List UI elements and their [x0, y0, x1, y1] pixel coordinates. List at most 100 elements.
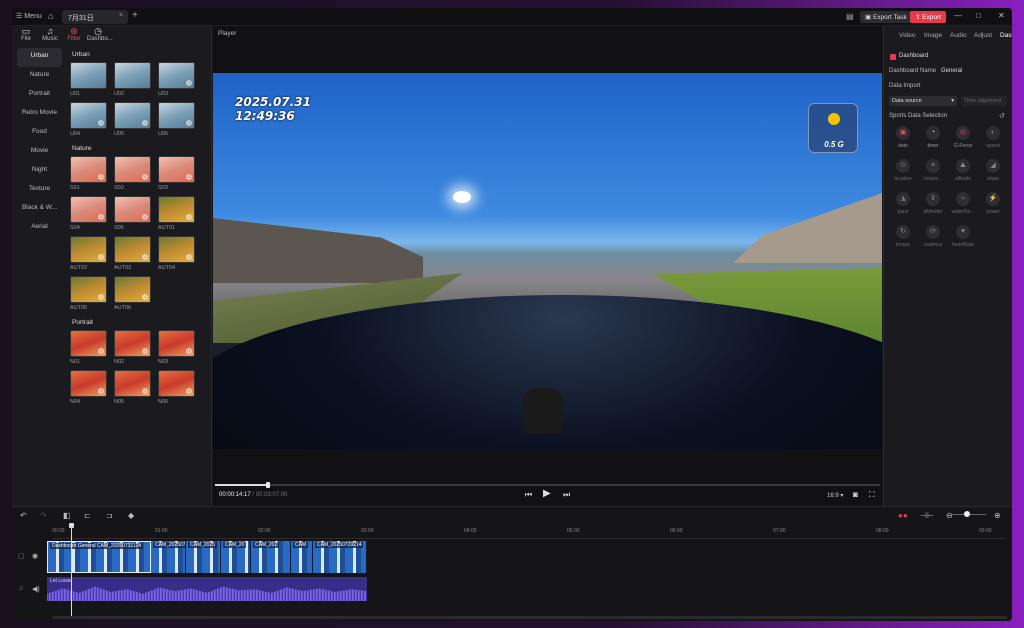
- preset-item[interactable]: ↓ N04: [70, 370, 112, 407]
- download-icon[interactable]: ↓: [186, 388, 192, 394]
- sport-item-totaris[interactable]: ≡ totaris...: [918, 159, 948, 182]
- download-icon[interactable]: ↓: [142, 348, 148, 354]
- track-mute-icon[interactable]: ◀): [32, 585, 40, 593]
- download-icon[interactable]: ↓: [186, 120, 192, 126]
- preset-item[interactable]: ↓ N01: [70, 330, 112, 367]
- category-item[interactable]: Black & W...: [17, 200, 62, 219]
- category-item[interactable]: Aerial: [17, 219, 62, 238]
- video-clip[interactable]: CAM_20: [221, 541, 251, 573]
- close-tab-icon[interactable]: ×: [119, 12, 123, 19]
- preset-item[interactable]: ↓ N02: [114, 330, 156, 367]
- video-clip[interactable]: Dashboard General CAM_20250731124: [47, 541, 151, 573]
- download-icon[interactable]: ↓: [142, 214, 148, 220]
- video-preview[interactable]: 2025.07.31 12:49:36 0.5 G: [213, 73, 882, 449]
- download-icon[interactable]: ↓: [142, 254, 148, 260]
- time-alignment-button[interactable]: Time alignment: [961, 96, 1007, 106]
- sport-item-altitude[interactable]: ⛰ altitude: [948, 159, 978, 182]
- preset-item[interactable]: ↓ S03: [158, 156, 200, 193]
- sport-item-torque[interactable]: ↻ torque: [888, 225, 918, 248]
- preset-item[interactable]: ↓ S04: [70, 196, 112, 233]
- category-item[interactable]: Texture: [17, 181, 62, 200]
- preset-item[interactable]: ↓ U04: [70, 102, 112, 139]
- category-item[interactable]: Movie: [17, 143, 62, 162]
- preset-item[interactable]: ↓ U06: [158, 102, 200, 139]
- video-clip[interactable]: CAM_202: [251, 541, 291, 573]
- download-icon[interactable]: ↓: [186, 174, 192, 180]
- sport-item-date[interactable]: ▣ date: [888, 126, 918, 149]
- sport-item-speed[interactable]: ◐ speed: [978, 126, 1008, 149]
- zoom-in-icon[interactable]: ⊕: [994, 511, 1001, 520]
- zoom-slider[interactable]: [952, 511, 986, 517]
- redo-icon[interactable]: ↷: [40, 511, 47, 520]
- video-clip[interactable]: CAM: [291, 541, 313, 573]
- download-icon[interactable]: ↓: [142, 388, 148, 394]
- menu-button[interactable]: ☰ Menu: [16, 12, 42, 20]
- sport-item-pace[interactable]: ◮ pace: [888, 192, 918, 215]
- category-item[interactable]: Food: [17, 124, 62, 143]
- download-icon[interactable]: ↓: [98, 254, 104, 260]
- sport-item-gforce[interactable]: ◎ G-Force: [948, 126, 978, 149]
- time-ruler[interactable]: 00:00 01:00 02:00 03:00 04:00 05:00 06:00 07:00…: [52, 527, 1007, 539]
- close-icon[interactable]: ✕: [998, 11, 1005, 20]
- timeline-scrollbar[interactable]: [52, 616, 1007, 619]
- preset-item[interactable]: ↓ AUT03: [114, 236, 156, 273]
- preset-item[interactable]: ↓ AUT02: [70, 236, 112, 273]
- video-clip[interactable]: CAM_2025: [186, 541, 221, 573]
- sport-item-waterde[interactable]: ≈ waterDe...: [948, 192, 978, 215]
- category-item[interactable]: Nature: [17, 67, 62, 86]
- dashboard-checkbox[interactable]: [890, 54, 896, 60]
- preset-item[interactable]: ↓ N05: [114, 370, 156, 407]
- tab-file[interactable]: ▭ File: [15, 27, 37, 43]
- tab-music[interactable]: ♫ Music: [39, 27, 61, 43]
- tab-audio[interactable]: Audio: [950, 32, 967, 39]
- new-tab-icon[interactable]: +: [132, 10, 138, 21]
- record-icon[interactable]: ●●: [898, 511, 908, 520]
- download-icon[interactable]: ↓: [98, 388, 104, 394]
- home-icon[interactable]: ⌂: [48, 11, 58, 21]
- audio-track[interactable]: Let Loose: [47, 577, 367, 601]
- trim-left-icon[interactable]: ⊏: [84, 511, 91, 520]
- playhead-handle[interactable]: [69, 523, 74, 528]
- tab-image[interactable]: Image: [924, 32, 942, 39]
- fullscreen-icon[interactable]: ⛶: [869, 490, 875, 500]
- trim-right-icon[interactable]: ⊐: [106, 511, 113, 520]
- preset-item[interactable]: ↓ N06: [158, 370, 200, 407]
- download-icon[interactable]: ↓: [142, 294, 148, 300]
- preset-item[interactable]: ↓ AUT05: [70, 276, 112, 313]
- snap-icon[interactable]: ⊣⊢: [920, 511, 934, 520]
- tab-adjust[interactable]: Adjust: [974, 32, 992, 39]
- aspect-ratio-select[interactable]: 16:9 ▾: [827, 492, 843, 499]
- download-icon[interactable]: ↓: [98, 214, 104, 220]
- playhead[interactable]: [71, 525, 72, 617]
- sport-item-location[interactable]: ⊙ location: [888, 159, 918, 182]
- download-icon[interactable]: ↓: [186, 348, 192, 354]
- gforce-gauge[interactable]: 0.5 G: [808, 103, 858, 153]
- export-button[interactable]: ⇪ Export: [910, 11, 947, 23]
- sport-item-altimeter[interactable]: ⇕ altimeter: [918, 192, 948, 215]
- export-task-button[interactable]: ▣ Export Task: [860, 11, 912, 23]
- zoom-slider-handle[interactable]: [964, 511, 970, 517]
- preset-item[interactable]: ↓ AUT06: [114, 276, 156, 313]
- sport-item-cadence[interactable]: ⟳ cadence: [918, 225, 948, 248]
- download-icon[interactable]: ↓: [98, 294, 104, 300]
- download-icon[interactable]: ↓: [98, 174, 104, 180]
- tab-dashbo[interactable]: ◷ Dashbo...: [87, 27, 113, 43]
- osd-datetime[interactable]: 2025.07.31 12:49:36: [235, 95, 311, 123]
- download-icon[interactable]: ↓: [142, 120, 148, 126]
- snapshot-icon[interactable]: ◙: [853, 490, 858, 499]
- category-item[interactable]: Retro Movie: [17, 105, 62, 124]
- download-icon[interactable]: ↓: [186, 80, 192, 86]
- preset-item[interactable]: ↓ U03: [158, 62, 200, 99]
- category-item[interactable]: Night: [17, 162, 62, 181]
- download-icon[interactable]: ↓: [142, 174, 148, 180]
- sport-item-slope[interactable]: ◢ slope: [978, 159, 1008, 182]
- notes-icon[interactable]: ▤: [846, 12, 854, 21]
- scrubber-handle[interactable]: [266, 482, 270, 488]
- data-source-select[interactable]: Data source ▾: [889, 96, 957, 106]
- preset-item[interactable]: ↓ S02: [114, 156, 156, 193]
- sport-item-heartrate[interactable]: ♥ heartRate: [948, 225, 978, 248]
- download-icon[interactable]: ↓: [186, 254, 192, 260]
- category-item[interactable]: Portrait: [17, 86, 62, 105]
- project-tab[interactable]: 7月31日 ×: [62, 10, 128, 24]
- tab-dashb[interactable]: Dashb: [1000, 32, 1012, 39]
